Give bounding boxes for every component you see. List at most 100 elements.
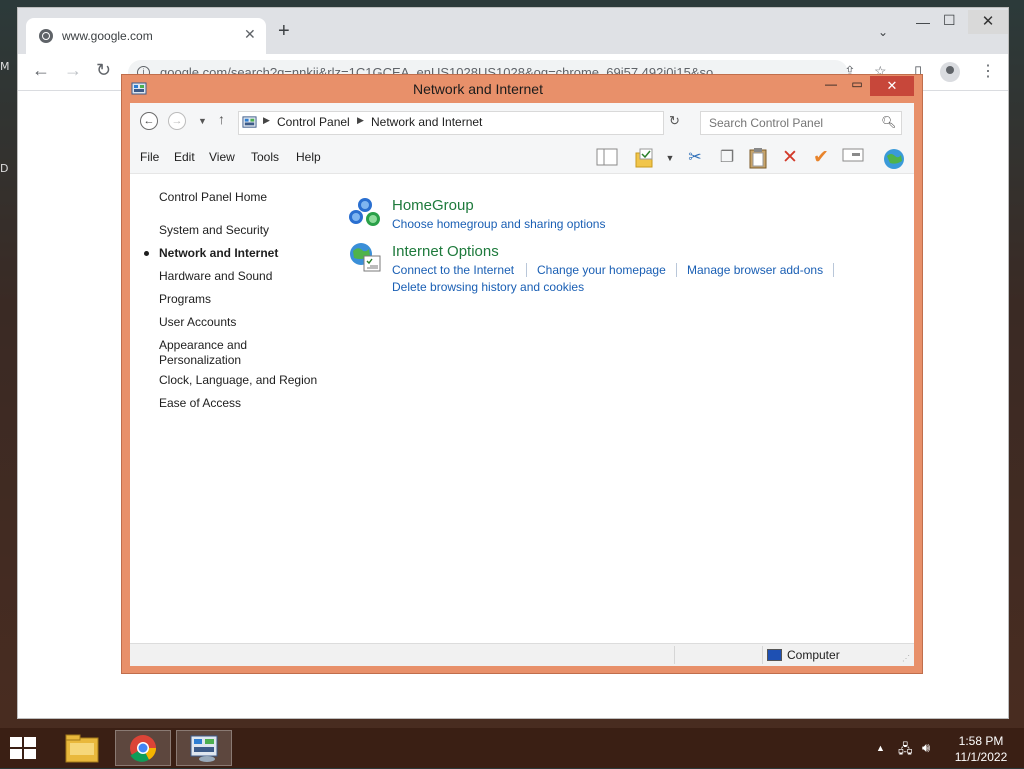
left-navigation-pane: Control Panel Home System and Security N… [130,173,330,643]
search-input[interactable] [701,112,881,134]
chrome-tab-strip: www.google.com ✕ + ⌄ — ☐ ✕ [18,8,1008,54]
window-content: ← → ▼ ↑ ▶ Control Panel ▶ Network and In… [130,103,914,666]
internet-options-icon [350,243,381,272]
link-separator [676,263,677,277]
search-box[interactable]: 🔍︎ [700,111,902,135]
clock[interactable]: 1:58 PM 11/1/2022 [944,733,1018,765]
active-bullet-icon [144,251,149,256]
desktop-label: M [0,60,10,73]
delete-history-link[interactable]: Delete browsing history and cookies [392,280,584,294]
new-tab-button[interactable]: + [278,21,290,41]
network-icon[interactable]: 🖧︎ [898,740,913,762]
windows-logo-icon [10,737,22,747]
tab-title: www.google.com [62,29,153,43]
profile-avatar[interactable] [940,62,960,82]
nav-hardware-and-sound[interactable]: Hardware and Sound [159,269,272,284]
internet-globe-icon[interactable] [882,147,904,169]
link-separator [833,263,834,277]
status-divider [674,646,675,664]
window-title: Network and Internet [413,81,543,97]
nav-programs[interactable]: Programs [159,292,211,307]
tab-close-icon[interactable]: ✕ [244,26,256,43]
menu-bar: File Edit View Tools Help ▼ ✂ ❐ ✕ ✔ [130,141,914,174]
taskbar-chrome[interactable] [115,730,171,766]
status-bar: Computer ⋰ [130,643,914,666]
cut-scissors-icon[interactable]: ✂ [684,147,706,169]
windows-logo-icon [24,749,36,759]
copy-icon[interactable]: ❐ [716,147,738,169]
minimize-button[interactable]: — [916,14,930,30]
taskbar-control-panel[interactable] [176,730,232,766]
resize-grip-icon[interactable]: ⋰ [902,654,910,663]
menu-kebab-icon[interactable]: ⋮ [980,61,996,81]
recent-locations-chevron-icon[interactable]: ▼ [198,116,207,126]
status-divider [762,646,763,664]
reload-icon[interactable]: ↻ [96,60,111,81]
search-icon[interactable]: 🔍︎ [881,115,896,129]
link-separator [526,263,527,277]
paste-clipboard-icon[interactable] [747,147,769,169]
address-bar[interactable]: ▶ Control Panel ▶ Network and Internet ⌄ [238,111,766,135]
breadcrumb-control-panel[interactable]: Control Panel [277,115,350,129]
preview-pane-icon[interactable] [596,147,618,169]
forward-arrow-icon[interactable]: → [64,60,82,81]
chrome-icon [130,735,157,762]
manage-addons-link[interactable]: Manage browser add-ons [687,263,823,277]
taskbar: ▲ 🖧︎ 🔊︎ 1:58 PM 11/1/2022 [0,728,1024,768]
homegroup-icon [349,198,380,226]
show-hidden-icons-chevron-icon[interactable]: ▲ [876,743,885,753]
folder-options-icon[interactable] [634,147,656,169]
close-button[interactable]: ✕ [968,10,1008,34]
rename-icon[interactable] [842,147,864,169]
minimize-button[interactable]: — [818,77,844,97]
menu-tools[interactable]: Tools [251,150,279,164]
breadcrumb-separator-icon[interactable]: ▶ [263,115,270,126]
nav-user-accounts[interactable]: User Accounts [159,315,236,330]
folder-icon [65,734,99,763]
control-panel-window: Network and Internet — ▭ ✕ ← → ▼ ↑ ▶ Con… [122,75,922,673]
view-options-chevron-icon[interactable]: ▼ [659,147,681,169]
volume-icon[interactable]: 🔊︎ [922,740,930,756]
menu-help[interactable]: Help [296,150,321,164]
forward-arrow-icon[interactable]: → [168,112,186,130]
maximize-button[interactable]: ☐ [943,12,956,29]
navigation-bar: ← → ▼ ↑ ▶ Control Panel ▶ Network and In… [130,103,914,141]
start-button[interactable] [10,737,38,761]
change-homepage-link[interactable]: Change your homepage [537,263,666,277]
breadcrumb-separator-icon[interactable]: ▶ [357,115,364,126]
back-arrow-icon[interactable]: ← [140,112,158,130]
properties-check-icon[interactable]: ✔ [810,147,832,169]
homegroup-link[interactable]: Choose homegroup and sharing options [392,217,605,231]
internet-options-title[interactable]: Internet Options [392,243,499,260]
globe-icon [39,29,53,43]
menu-file[interactable]: File [140,150,159,164]
clock-time: 1:58 PM [958,734,1004,748]
maximize-button[interactable]: ▭ [844,77,870,97]
desktop-label: D [0,162,9,175]
homegroup-title[interactable]: HomeGroup [392,197,474,214]
control-panel-icon [242,116,257,128]
menu-view[interactable]: View [209,150,235,164]
close-button[interactable]: ✕ [870,76,914,96]
breadcrumb-network-and-internet[interactable]: Network and Internet [371,115,482,129]
tab-search-chevron-icon[interactable]: ⌄ [878,25,888,39]
title-bar[interactable]: Network and Internet — ▭ ✕ [122,75,922,103]
refresh-icon[interactable]: ↻ [669,113,680,129]
connect-to-internet-link[interactable]: Connect to the Internet [392,263,514,277]
windows-logo-icon [10,749,22,759]
nav-network-and-internet[interactable]: Network and Internet [159,246,278,261]
menu-edit[interactable]: Edit [174,150,195,164]
up-arrow-icon[interactable]: ↑ [218,111,225,127]
control-panel-icon [190,735,218,762]
clock-date: 11/1/2022 [954,750,1008,764]
nav-system-and-security[interactable]: System and Security [159,223,269,238]
back-arrow-icon[interactable]: ← [32,60,50,81]
nav-control-panel-home[interactable]: Control Panel Home [159,190,267,205]
delete-x-icon[interactable]: ✕ [779,147,801,169]
windows-logo-icon [24,737,36,747]
nav-clock-language-region[interactable]: Clock, Language, and Region [159,373,317,388]
browser-tab[interactable]: www.google.com ✕ [26,18,266,54]
nav-ease-of-access[interactable]: Ease of Access [159,396,241,411]
nav-appearance-and-personalization[interactable]: Appearance and Personalization [159,338,269,368]
taskbar-file-explorer[interactable] [54,730,110,766]
